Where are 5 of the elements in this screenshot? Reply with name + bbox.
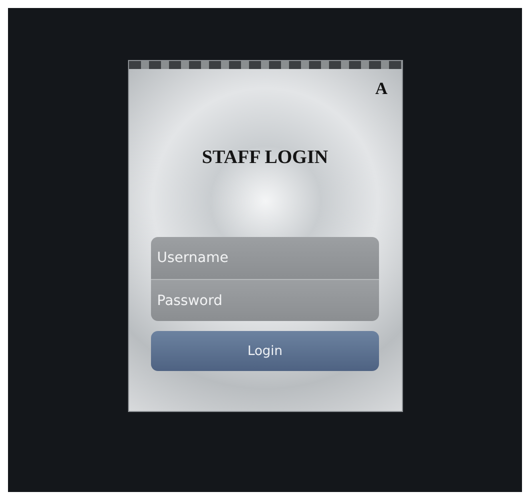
login-title: STAFF LOGIN: [202, 147, 328, 169]
corner-mark: A: [375, 79, 388, 99]
input-field[interactable]: Password: [151, 279, 379, 321]
input-field[interactable]: Username: [151, 237, 379, 279]
login-button[interactable]: Login: [151, 331, 379, 371]
